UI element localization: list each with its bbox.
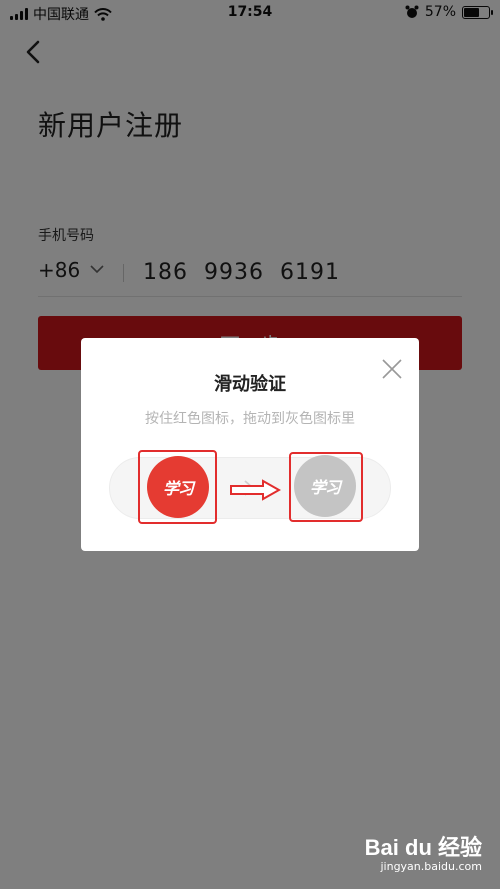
target-logo: 学习 [309, 478, 341, 497]
watermark-url: jingyan.baidu.com [380, 860, 482, 873]
slide-verify-dialog: 滑动验证 按住红色图标，拖动到灰色图标里 学习 学习 [81, 338, 419, 551]
drop-target: 学习 [294, 455, 356, 517]
drag-knob[interactable]: 学习 [147, 456, 209, 518]
dialog-subtitle: 按住红色图标，拖动到灰色图标里 [145, 411, 355, 427]
watermark-logo: Bai du 经验 [364, 835, 482, 860]
dialog-title: 滑动验证 [214, 374, 286, 395]
knob-logo: 学习 [162, 479, 194, 498]
arrow-right-icon [230, 479, 281, 501]
baidu-watermark: Bai du 经验 jingyan.baidu.com [365, 830, 482, 873]
close-icon[interactable] [381, 358, 403, 380]
